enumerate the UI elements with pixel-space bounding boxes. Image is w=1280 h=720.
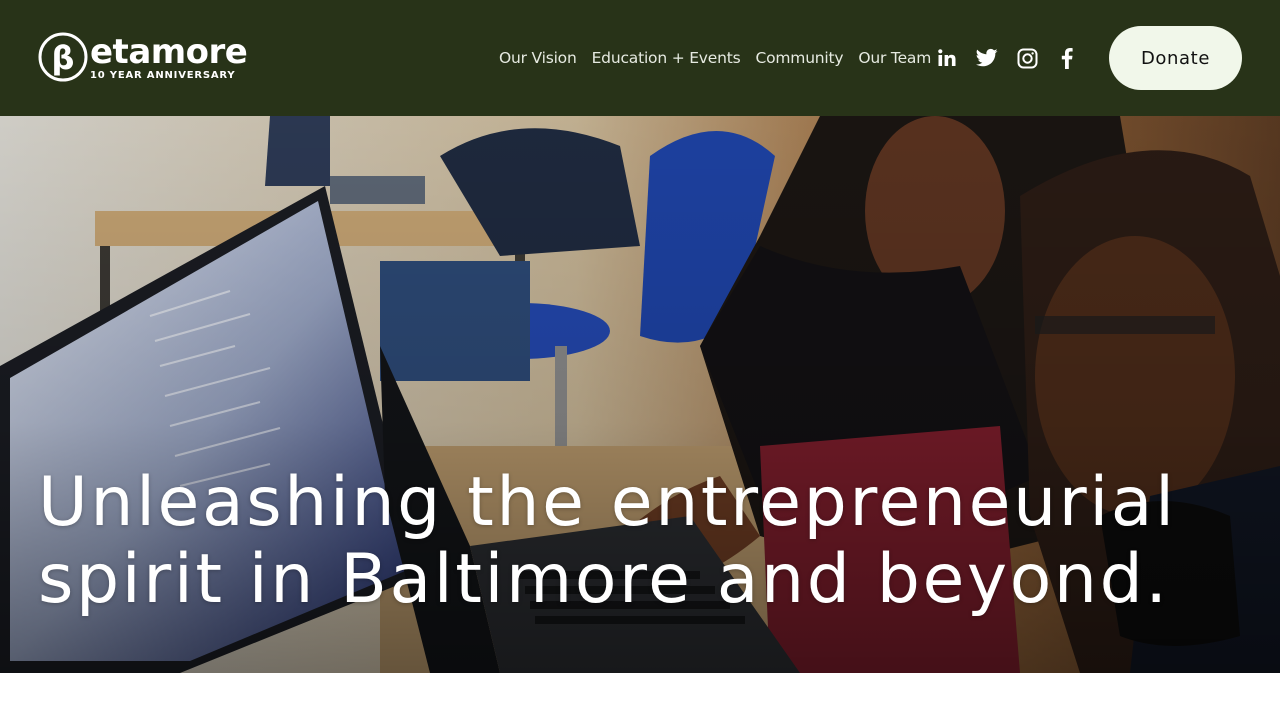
- nav-item-our-team[interactable]: Our Team: [858, 49, 931, 67]
- main-nav: Our Vision Education + Events Community …: [499, 46, 931, 70]
- twitter-icon[interactable]: [976, 47, 998, 69]
- linkedin-icon[interactable]: [936, 47, 958, 69]
- facebook-icon[interactable]: [1056, 47, 1078, 69]
- site-header: β etamore 10 YEAR ANNIVERSARY Our Vision…: [0, 0, 1280, 116]
- beta-logo-icon: β: [38, 32, 88, 82]
- logo-wordmark: etamore: [90, 32, 248, 72]
- logo-tagline: 10 YEAR ANNIVERSARY: [90, 70, 236, 81]
- nav-item-our-vision[interactable]: Our Vision: [499, 49, 577, 67]
- instagram-icon[interactable]: [1016, 47, 1038, 69]
- hero-title: Unleashing the entrepreneurial spirit in…: [38, 463, 1177, 619]
- logo[interactable]: β etamore 10 YEAR ANNIVERSARY: [38, 32, 248, 84]
- social-links: [936, 46, 1078, 70]
- svg-text:β: β: [52, 39, 75, 77]
- donate-button[interactable]: Donate: [1109, 26, 1242, 90]
- nav-item-community[interactable]: Community: [755, 49, 843, 67]
- hero-section: Unleashing the entrepreneurial spirit in…: [0, 116, 1280, 673]
- page-below-fold: [0, 673, 1280, 720]
- nav-item-education-events[interactable]: Education + Events: [592, 49, 741, 67]
